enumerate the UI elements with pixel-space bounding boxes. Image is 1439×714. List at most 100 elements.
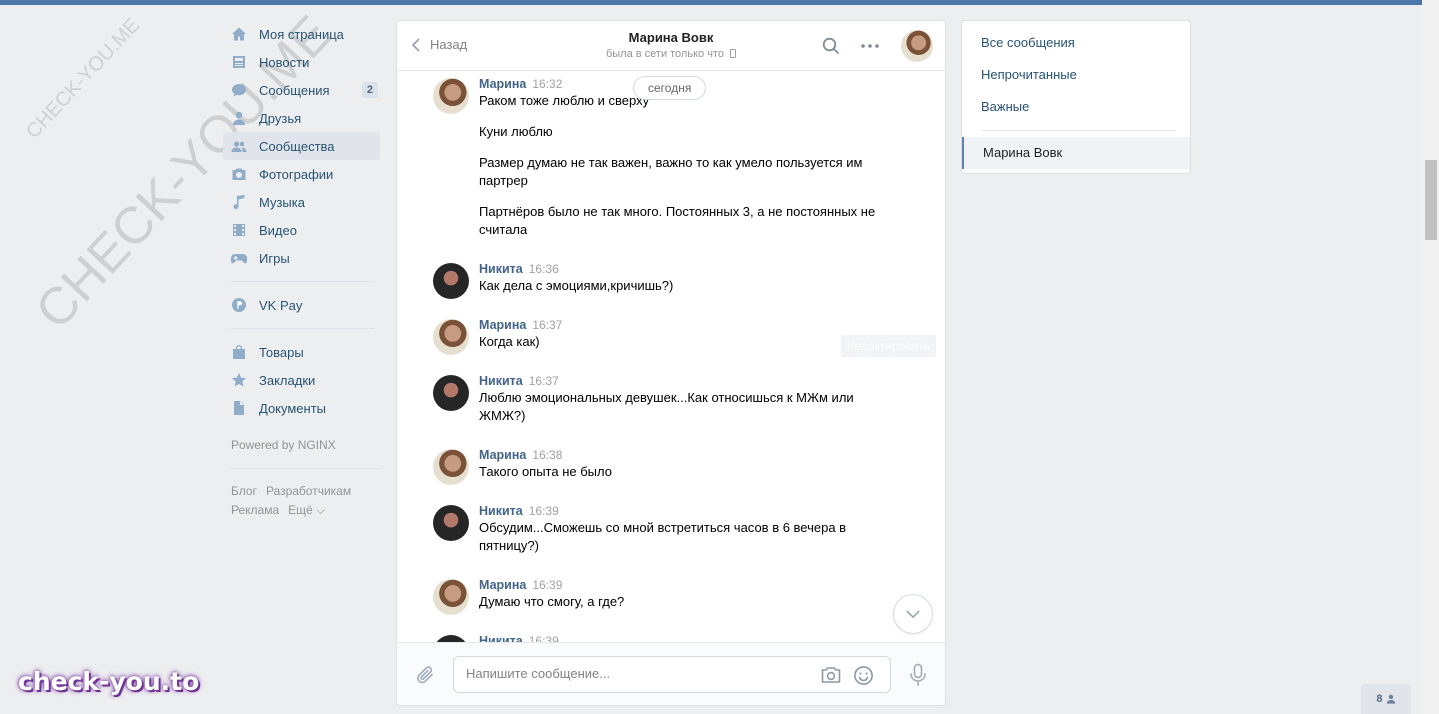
messages-filter-menu: Все сообщения Непрочитанные Важные Марин…	[961, 20, 1191, 174]
message-item[interactable]: Никита 16:37 Люблю эмоциональных девушек.…	[433, 373, 903, 425]
author-avatar[interactable]	[433, 579, 469, 615]
news-icon	[231, 54, 247, 70]
nav-item-label: VK Pay	[259, 297, 303, 313]
footer-link-blog[interactable]: Блог	[231, 484, 257, 498]
nav-item-friends[interactable]: Друзья	[223, 104, 380, 132]
author-avatar[interactable]	[433, 505, 469, 541]
message-text: Партнёров было не так много. Постоянных …	[479, 204, 876, 237]
nav-item-music[interactable]: Музыка	[223, 188, 380, 216]
paperclip-icon[interactable]	[415, 664, 437, 686]
nav-item-video[interactable]: Видео	[223, 216, 380, 244]
message-time: 16:39	[528, 504, 559, 518]
nav-item-label: Сообщения	[259, 82, 330, 98]
filter-unread[interactable]: Непрочитанные	[962, 59, 1190, 91]
chevron-down-icon	[906, 609, 920, 618]
message-item[interactable]: Марина 16:37 Когда как)	[433, 317, 903, 355]
message-time: 16:37	[532, 318, 563, 332]
smile-icon[interactable]	[853, 665, 874, 686]
author-avatar[interactable]	[433, 319, 469, 355]
message-author[interactable]: Никита	[479, 504, 523, 518]
microphone-icon[interactable]	[908, 663, 928, 687]
nav-item-label: Фотографии	[259, 166, 334, 182]
scrollbar-thumb[interactable]	[1425, 160, 1437, 240]
message-text: Обсудим...Сможешь со мной встретиться ча…	[479, 520, 847, 553]
footer-link-developers[interactable]: Разработчикам	[266, 484, 351, 498]
scroll-down-button[interactable]	[893, 594, 933, 634]
powered-by-text: Powered by NGINX	[231, 438, 336, 452]
search-icon[interactable]	[822, 37, 840, 55]
chat-peer-avatar[interactable]	[901, 30, 933, 62]
online-friends-badge[interactable]: 8	[1361, 684, 1411, 714]
message-item[interactable]: Марина 16:38 Такого опыта не было	[433, 447, 903, 485]
filter-all-messages[interactable]: Все сообщения	[962, 27, 1190, 59]
left-nav: Моя страница Новости Сообщения 2 Друзья …	[223, 20, 380, 520]
message-text: Как дела с эмоциями,кричишь?)	[479, 278, 674, 293]
active-chat-item[interactable]: Марина Вовк	[962, 137, 1190, 169]
chat-panel: Назад Марина Вовк была в сети только что…	[396, 20, 946, 706]
vkpay-icon	[231, 297, 247, 313]
author-avatar[interactable]	[433, 375, 469, 411]
message-text: Куни люблю	[479, 124, 553, 139]
message-item[interactable]: Никита 16:39 Обсудим...Сможешь со мной вс…	[433, 503, 903, 555]
message-author[interactable]: Марина	[479, 578, 526, 592]
message-time: 16:32	[532, 77, 563, 91]
person-icon	[1386, 694, 1395, 704]
nav-item-photos[interactable]: Фотографии	[223, 160, 380, 188]
top-bar	[0, 0, 1422, 5]
footer-link-ads[interactable]: Реклама	[231, 503, 279, 517]
message-author[interactable]: Марина	[479, 448, 526, 462]
filter-important[interactable]: Важные	[962, 91, 1190, 123]
groups-icon	[231, 138, 247, 154]
nav-item-label: Товары	[259, 344, 304, 360]
camera-icon[interactable]	[820, 665, 842, 685]
nav-item-news[interactable]: Новости	[223, 48, 380, 76]
message-author[interactable]: Марина	[479, 77, 526, 91]
message-text: Люблю эмоциональных девушек...Как относи…	[479, 390, 854, 423]
mobile-icon	[730, 49, 737, 58]
message-input-box[interactable]	[453, 656, 891, 693]
home-icon	[231, 26, 247, 42]
more-dots-icon[interactable]	[859, 37, 881, 55]
message-item[interactable]: Марина 16:32 Раком тоже люблю и сверху Ку…	[433, 76, 903, 239]
nav-item-documents[interactable]: Документы	[223, 394, 380, 422]
nav-separator	[231, 468, 380, 469]
nav-separator	[231, 281, 374, 282]
nav-item-messages[interactable]: Сообщения 2	[223, 76, 380, 104]
nav-item-label: Видео	[259, 222, 297, 238]
nav-item-vkpay[interactable]: VK Pay	[223, 291, 380, 319]
page-scrollbar[interactable]	[1422, 0, 1439, 714]
nav-item-label: Сообщества	[259, 138, 335, 154]
gamepad-icon	[231, 250, 247, 266]
star-icon	[231, 372, 247, 388]
message-text: Думаю что смогу, а где?	[479, 594, 625, 609]
watermark-small: CHECK-YOU.ME	[22, 14, 145, 144]
date-divider-badge: сегодня	[633, 76, 707, 100]
message-author[interactable]: Марина	[479, 318, 526, 332]
nav-item-goods[interactable]: Товары	[223, 338, 380, 366]
message-text: Когда как)	[479, 334, 540, 349]
nav-item-games[interactable]: Игры	[223, 244, 380, 272]
author-avatar[interactable]	[433, 263, 469, 299]
message-list[interactable]: Марина 16:32 Раком тоже люблю и сверху Ку…	[397, 72, 945, 644]
document-icon	[231, 400, 247, 416]
nav-item-groups[interactable]: Сообщества	[223, 132, 380, 160]
footer-link-more[interactable]: Ещё ⌵	[288, 503, 325, 517]
message-text: Такого опыта не было	[479, 464, 612, 479]
nav-item-label: Музыка	[259, 194, 305, 210]
message-author[interactable]: Никита	[479, 262, 523, 276]
nav-item-bookmarks[interactable]: Закладки	[223, 366, 380, 394]
nav-item-my-page[interactable]: Моя страница	[223, 20, 380, 48]
author-avatar[interactable]	[433, 449, 469, 485]
author-avatar[interactable]	[433, 78, 469, 114]
message-item[interactable]: Марина 16:39 Думаю что смогу, а где?	[433, 577, 903, 615]
message-time: 16:38	[532, 448, 563, 462]
message-time: 16:36	[528, 262, 559, 276]
bag-icon	[231, 344, 247, 360]
message-item[interactable]: Никита 16:36 Как дела с эмоциями,кричишь?…	[433, 261, 903, 299]
video-icon	[231, 222, 247, 238]
chat-header: Назад Марина Вовк была в сети только что	[397, 21, 945, 71]
music-icon	[231, 194, 247, 210]
message-author[interactable]: Никита	[479, 374, 523, 388]
message-input[interactable]	[466, 666, 806, 681]
nav-item-label: Игры	[259, 250, 290, 266]
